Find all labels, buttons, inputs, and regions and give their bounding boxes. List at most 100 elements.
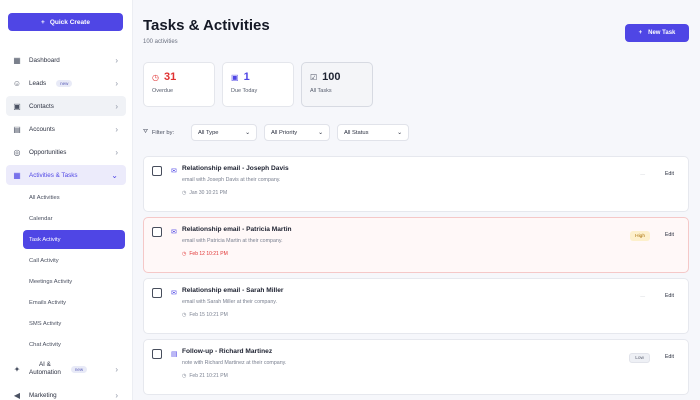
priority-filter-select[interactable]: All Priority ⌄ [264,124,330,141]
task-checkbox[interactable] [152,166,162,176]
sidebar-subitem-all-activities[interactable]: All Activities [23,188,126,207]
task-date-text: Feb 12 10:21 PM [189,251,228,257]
mail-icon: ✉ [171,168,177,175]
task-title: Follow-up - Richard Martinez [182,348,273,355]
sidebar-subitem-emails-activity[interactable]: Emails Activity [23,293,126,312]
task-row[interactable]: ✉ Relationship email - Joseph Davis emai… [143,156,689,212]
ai-label-line2: Automation [29,369,61,376]
sidebar-subitem-chat-activity[interactable]: Chat Activity [23,335,126,354]
plus-icon: + [638,30,643,36]
task-description: email with Sarah Miller at their company… [182,299,277,305]
activity-count: 100 activities [143,39,178,45]
user-icon: ☺ [12,78,22,88]
clock-icon: ◷ [182,190,187,196]
chevron-down-icon: ⌄ [111,170,118,180]
calendar-icon: ▣ [231,72,239,82]
sidebar-item-ai-automation[interactable]: ✦ AI & Automation new › [6,356,126,382]
edit-button[interactable]: Edit [665,232,674,238]
sidebar-item-leads[interactable]: ☺ Leads new › [6,73,126,93]
sidebar-item-label: Contacts [29,102,54,110]
sidebar-item-accounts[interactable]: ▤ Accounts › [6,119,126,139]
type-filter-select[interactable]: All Type ⌄ [191,124,257,141]
task-due-date: ◷ Feb 12 10:21 PM [182,251,678,257]
new-task-button[interactable]: + New Task [625,24,689,42]
chevron-right-icon: › [115,78,118,88]
sidebar-subitem-task-activity[interactable]: Task Activity [23,230,125,249]
chevron-down-icon: ⌄ [397,129,402,136]
sidebar-item-label: Dashboard [29,56,60,64]
task-date-text: Feb 21 10:21 PM [189,373,228,379]
sidebar-subitem-call-activity[interactable]: Call Activity [23,251,126,270]
chevron-down-icon: ⌄ [318,129,323,136]
task-description: email with Joseph Davis at their company… [182,177,281,183]
sidebar-nav: ▦ Dashboard › ☺ Leads new › ▣ Contacts ›… [6,50,126,400]
sidebar-subitem-sms-activity[interactable]: SMS Activity [23,314,126,333]
stats-row: ◷ 31 Overdue ▣ 1 Due Today ☑ 100 All Tas… [143,62,373,107]
task-title: Relationship email - Joseph Davis [182,165,289,172]
clock-icon: ◷ [182,373,187,379]
priority-filter-value: All Priority [271,129,298,136]
priority-badge: High [630,231,650,241]
task-due-date: ◷ Feb 21 10:21 PM [182,373,678,379]
check-square-icon: ☑ [310,72,318,82]
sidebar-item-label: Opportunities [29,148,67,156]
task-checkbox[interactable] [152,227,162,237]
sparkle-icon: ✦ [13,364,21,374]
task-checkbox[interactable] [152,288,162,298]
sidebar-item-marketing[interactable]: ◀ Marketing › [6,385,126,400]
overdue-count: 31 [163,71,177,83]
task-date-text: Feb 15 10:21 PM [189,312,228,318]
filter-label: ⛛ Filter by: [143,129,184,136]
priority-badge: Low [629,353,650,363]
task-due-date: ◷ Jan 30 10:21 PM [182,190,678,196]
due-today-count: 1 [243,71,250,83]
task-row[interactable]: ✉ Relationship email - Sarah Miller emai… [143,278,689,334]
contacts-icon: ▣ [13,101,21,111]
sidebar-item-label: Accounts [29,125,55,133]
sidebar: + Quick Create ▦ Dashboard › ☺ Leads new… [0,0,133,400]
briefcase-icon: ▤ [13,124,21,134]
task-date-text: Jan 30 10:21 PM [189,190,228,196]
chevron-right-icon: › [115,147,118,157]
plus-icon: + [41,18,45,26]
activities-submenu: All Activities Calendar Task Activity Ca… [6,188,126,354]
quick-create-button[interactable]: + Quick Create [8,13,123,31]
sidebar-item-opportunities[interactable]: ◎ Opportunities › [6,142,126,162]
sidebar-item-activities-tasks[interactable]: ▦ Activities & Tasks ⌄ [6,165,126,185]
status-filter-select[interactable]: All Status ⌄ [337,124,409,141]
megaphone-icon: ◀ [13,390,21,400]
grid-icon: ▦ [13,55,21,65]
filter-bar: ⛛ Filter by: All Type ⌄ All Priority ⌄ A… [143,124,409,141]
edit-button[interactable]: Edit [665,171,674,177]
stat-label: All Tasks [310,88,332,94]
calendar-icon: ▦ [13,170,21,180]
priority-badge: — [640,172,645,178]
sidebar-subitem-calendar[interactable]: Calendar [23,209,126,228]
stat-card-overdue[interactable]: ◷ 31 Overdue [143,62,215,107]
new-badge: new [70,365,88,373]
task-description: note with Richard Martinez at their comp… [182,360,287,366]
sidebar-item-dashboard[interactable]: ▦ Dashboard › [6,50,126,70]
page-title: Tasks & Activities [143,17,270,34]
sidebar-subitem-meetings-activity[interactable]: Meetings Activity [23,272,126,291]
status-filter-value: All Status [344,129,369,136]
chevron-right-icon: › [115,55,118,65]
stat-card-due-today[interactable]: ▣ 1 Due Today [222,62,294,107]
chevron-down-icon: ⌄ [245,129,250,136]
stat-label: Due Today [231,88,258,94]
edit-button[interactable]: Edit [665,354,674,360]
task-row[interactable]: ▤ Follow-up - Richard Martinez note with… [143,339,689,395]
edit-button[interactable]: Edit [665,293,674,299]
main-content: Tasks & Activities 100 activities + New … [143,0,700,400]
ai-label-line1: AI & [38,361,51,368]
sidebar-item-contacts[interactable]: ▣ Contacts › [6,96,126,116]
task-row[interactable]: ✉ Relationship email - Patricia Martin e… [143,217,689,273]
stat-card-all-tasks[interactable]: ☑ 100 All Tasks [301,62,373,107]
stat-label: Overdue [152,88,174,94]
mail-icon: ✉ [171,229,177,236]
task-title: Relationship email - Sarah Miller [182,287,284,294]
task-due-date: ◷ Feb 15 10:21 PM [182,312,678,318]
task-checkbox[interactable] [152,349,162,359]
sidebar-item-label: AI & Automation [29,361,61,377]
chevron-right-icon: › [115,101,118,111]
